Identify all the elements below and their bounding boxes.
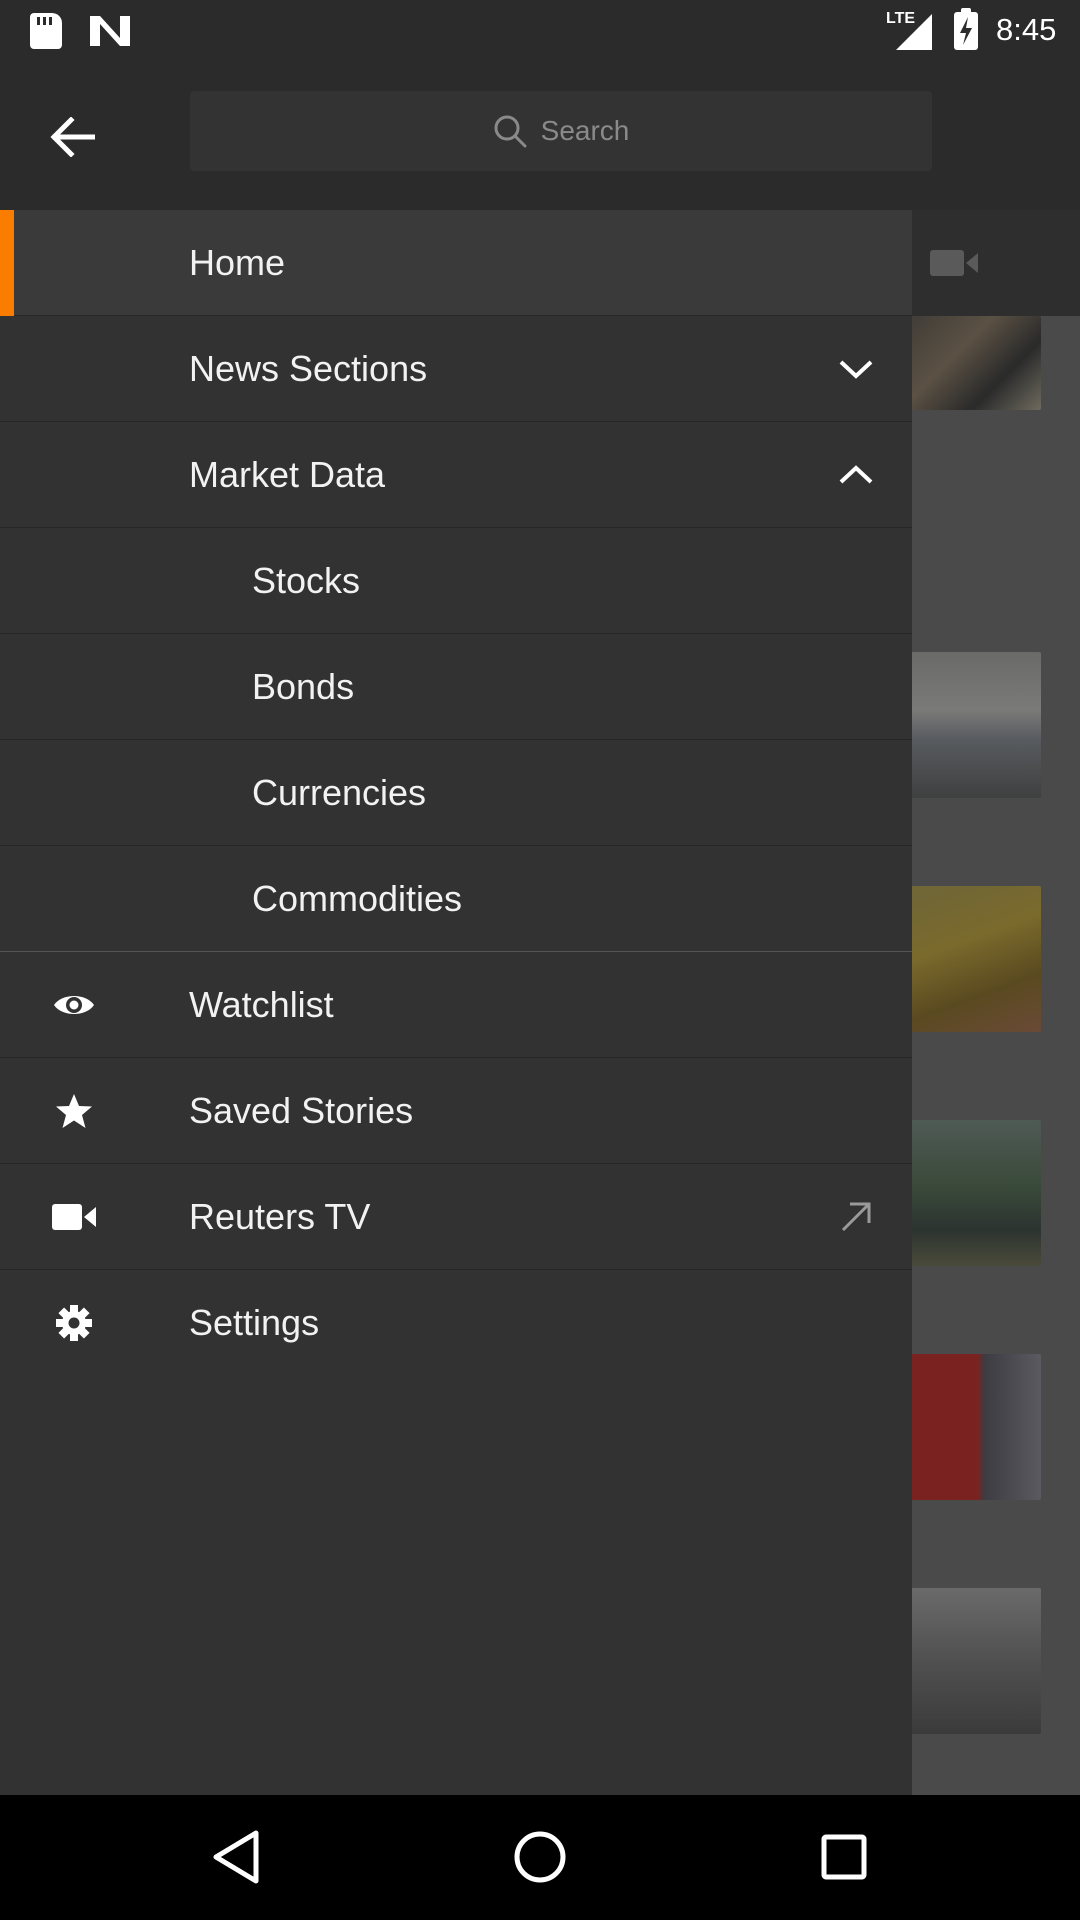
menu-item-reuters-tv[interactable]: Reuters TV [0,1164,912,1270]
menu-item-label: Watchlist [189,983,334,1025]
menu-item-bonds[interactable]: Bonds [0,634,912,740]
menu-item-currencies[interactable]: Currencies [0,740,912,846]
menu-item-label: Currencies [252,771,427,813]
video-camera-icon [930,250,978,276]
menu-item-saved-stories[interactable]: Saved Stories [0,1058,912,1164]
video-camera-icon [52,1195,96,1239]
menu-item-label: Reuters TV [189,1195,371,1237]
search-input[interactable]: Search [190,91,932,171]
menu-item-label: Settings [189,1302,320,1343]
system-navigation-bar [0,1795,1080,1920]
chevron-down-icon[interactable] [836,349,876,389]
news-thumbnail [900,1120,1041,1266]
menu-item-label: Stocks [252,559,361,601]
menu-item-label: Saved Stories [189,1089,414,1131]
nav-home-button[interactable] [510,1827,570,1887]
menu-item-label: Market Data [189,453,386,495]
news-thumbnail [900,316,1041,410]
news-thumbnail [900,1588,1041,1734]
menu-item-label: Bonds [252,665,355,707]
n-logo-icon [90,16,130,46]
navigation-drawer: Search Home News Sections Market Data St… [0,63,1080,1795]
menu-item-news-sections[interactable]: News Sections [0,316,912,422]
menu-item-label: Home [189,241,286,283]
menu-item-watchlist[interactable]: Watchlist [0,952,912,1058]
menu-item-market-data[interactable]: Market Data [0,422,912,528]
news-thumbnail [900,1354,1041,1500]
nav-recents-icon [821,1834,867,1880]
gear-icon [52,1301,96,1345]
star-icon [52,1089,96,1133]
nav-home-icon [514,1831,566,1883]
menu-item-label: News Sections [189,347,428,389]
menu-item-home[interactable]: Home [0,210,912,316]
status-bar: LTE 8:45 [0,0,1080,63]
news-thumbnail [900,886,1041,1032]
sd-card-icon [30,13,62,49]
drawer-menu: Home News Sections Market Data Stocks Bo… [0,210,912,1376]
menu-item-label: Commodities [252,877,463,919]
chevron-up-icon[interactable] [836,455,876,495]
nav-back-icon [213,1830,259,1884]
drawer-header: Search [0,63,1080,210]
menu-item-settings[interactable]: Settings [0,1270,912,1376]
nav-back-button[interactable] [206,1827,266,1887]
back-button[interactable] [44,109,100,165]
eye-icon [52,983,96,1027]
search-icon [494,115,527,148]
clock: 8:45 [996,12,1057,47]
battery-charging-icon [954,8,978,50]
arrow-left-icon [50,117,95,157]
news-thumbnail [900,652,1041,798]
nav-recents-button[interactable] [814,1827,874,1887]
menu-item-commodities[interactable]: Commodities [0,846,912,952]
external-arrow-icon [836,1197,876,1237]
signal-icon [896,14,932,50]
menu-item-stocks[interactable]: Stocks [0,528,912,634]
search-placeholder: Search [540,115,630,146]
